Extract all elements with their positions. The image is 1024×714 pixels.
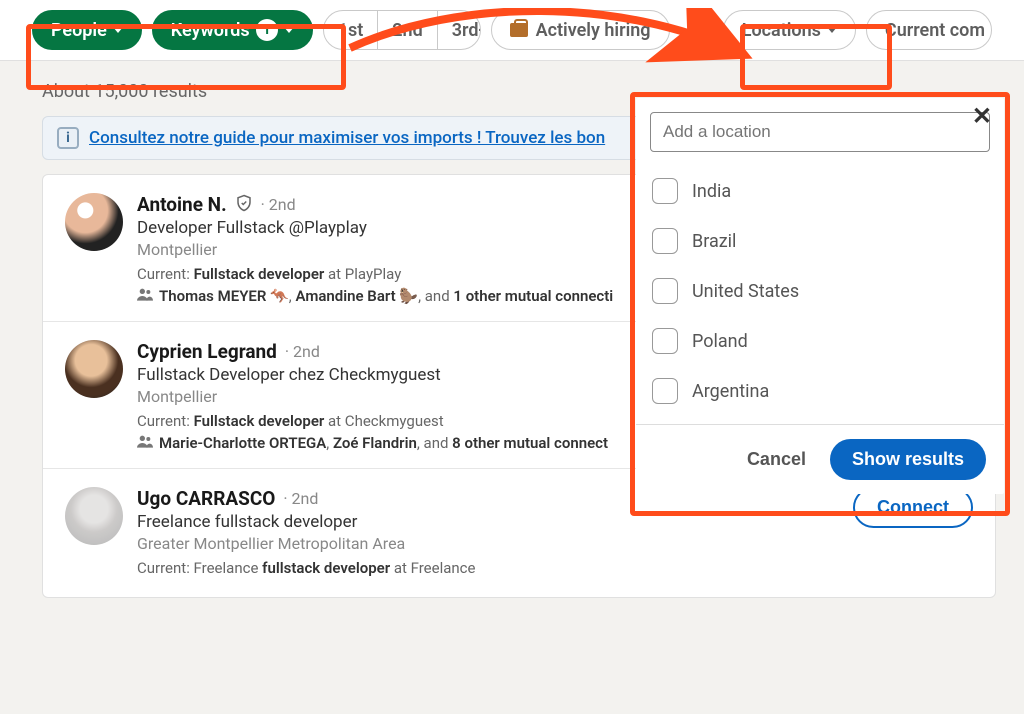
keywords-filter-pill[interactable]: Keywords 1 [152,10,313,50]
result-location: Greater Montpellier Metropolitan Area [137,534,973,553]
connection-degree: · 2nd [261,195,296,214]
show-results-button[interactable]: Show results [830,439,986,480]
location-option[interactable]: Poland [650,316,990,366]
current-company-label: Current com [885,20,985,41]
connection-degree: · 2nd [283,489,318,508]
connection-3rd[interactable]: 3rd+ [438,11,481,49]
location-label: United States [692,281,799,302]
location-option[interactable]: Brazil [650,216,990,266]
actively-hiring-pill[interactable]: Actively hiring [491,10,670,50]
current-company-pill[interactable]: Current com [866,10,992,50]
checkbox[interactable] [652,178,678,204]
people-icon [137,287,153,305]
avatar[interactable] [65,193,123,251]
info-icon: i [57,127,79,149]
keywords-badge: 1 [256,19,278,41]
people-filter-label: People [51,20,107,41]
location-search-input[interactable] [650,112,990,152]
connection-degree: · 2nd [285,342,320,361]
cancel-button[interactable]: Cancel [737,441,816,478]
location-options-list: India Brazil United States Poland Argent… [636,160,1004,424]
connection-2nd[interactable]: 2nd [378,11,437,49]
location-option[interactable]: Argentina [650,366,990,416]
locations-filter-pill[interactable]: Locations [723,10,856,50]
result-name[interactable]: Cyprien Legrand [137,340,277,363]
result-current: Current: Freelance fullstack developer a… [137,559,973,577]
people-icon [137,434,153,452]
chevron-down-icon [827,27,837,33]
checkbox[interactable] [652,328,678,354]
avatar[interactable] [65,487,123,545]
checkbox[interactable] [652,378,678,404]
location-label: Argentina [692,381,769,402]
chevron-down-icon [113,27,123,33]
connection-degree-segment: 1st 2nd 3rd+ [323,10,481,50]
filter-bar: People Keywords 1 1st 2nd 3rd+ Actively … [0,0,1024,61]
close-icon[interactable]: ✕ [966,100,998,132]
location-label: Poland [692,331,748,352]
locations-dropdown: ✕ India Brazil United States Poland Arge… [636,98,1004,494]
dropdown-footer: Cancel Show results [636,424,1004,494]
avatar[interactable] [65,340,123,398]
location-option[interactable]: India [650,166,990,216]
result-name[interactable]: Antoine N. [137,193,227,216]
actively-hiring-label: Actively hiring [536,20,651,41]
location-label: India [692,181,731,202]
briefcase-icon [510,23,528,37]
locations-label: Locations [742,20,821,41]
connection-1st[interactable]: 1st [324,11,379,49]
location-option[interactable]: United States [650,266,990,316]
keywords-filter-label: Keywords [171,20,250,41]
result-name[interactable]: Ugo CARRASCO [137,487,275,510]
checkbox[interactable] [652,278,678,304]
people-filter-pill[interactable]: People [32,10,142,50]
chevron-down-icon [284,27,294,33]
result-headline: Freelance fullstack developer [137,512,973,532]
checkbox[interactable] [652,228,678,254]
banner-link[interactable]: Consultez notre guide pour maximiser vos… [89,128,605,148]
location-label: Brazil [692,231,736,252]
verified-badge-icon [235,194,253,216]
